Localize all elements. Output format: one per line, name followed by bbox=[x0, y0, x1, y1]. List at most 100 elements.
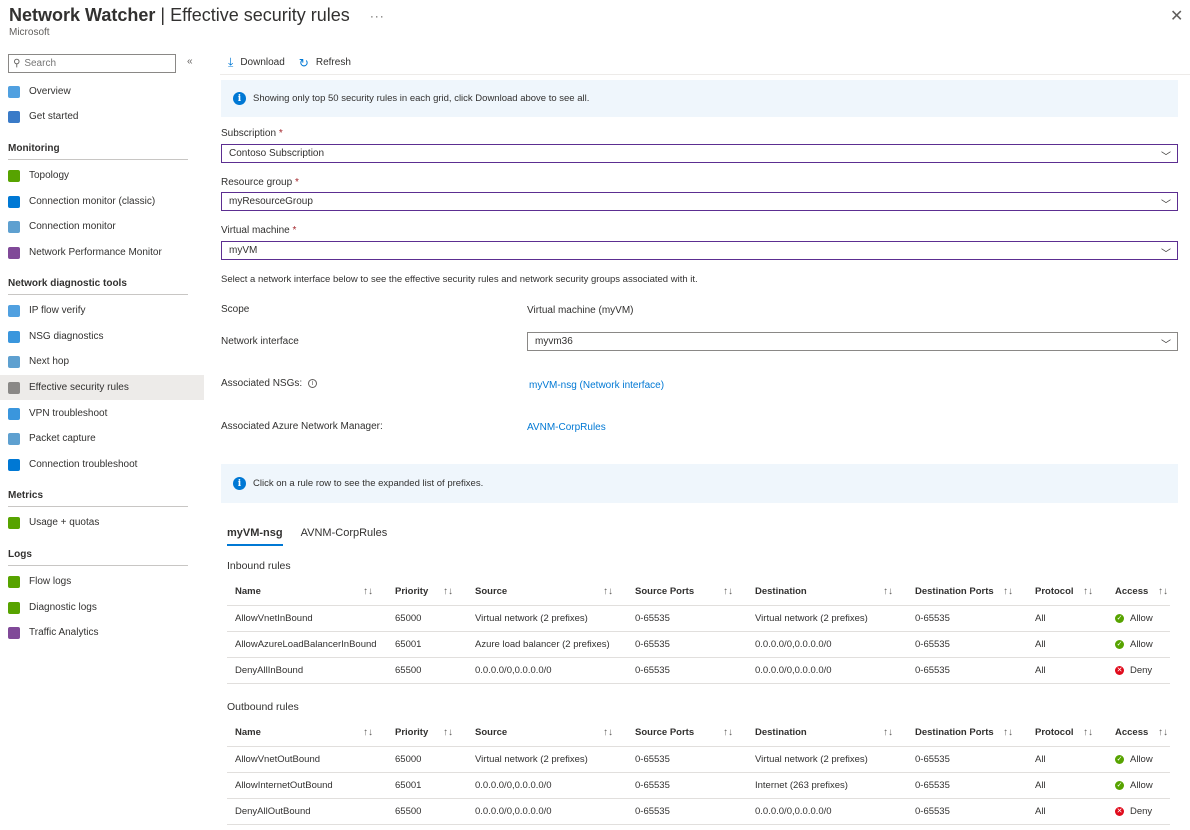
virtual-machine-dropdown[interactable]: myVM ﹀ bbox=[221, 241, 1178, 260]
sort-icon[interactable]: ↑↓ bbox=[363, 727, 373, 738]
table-cell: 65001 bbox=[387, 630, 467, 657]
sidebar-item-traffic-analytics[interactable]: Traffic Analytics bbox=[0, 620, 204, 645]
column-header[interactable]: Destination Ports ↑↓ bbox=[907, 578, 1027, 605]
column-header[interactable]: Priority ↑↓ bbox=[387, 719, 467, 746]
download-button[interactable]: ⤓ Download bbox=[228, 55, 285, 70]
column-header[interactable]: Priority ↑↓ bbox=[387, 578, 467, 605]
sort-icon[interactable]: ↑↓ bbox=[723, 727, 733, 738]
sidebar-item-get-started[interactable]: Get started bbox=[0, 104, 204, 129]
sidebar-item-connection-troubleshoot[interactable]: Connection troubleshoot bbox=[0, 452, 204, 477]
column-header[interactable]: Protocol ↑↓ bbox=[1027, 578, 1107, 605]
chevron-down-icon: ﹀ bbox=[1161, 152, 1171, 163]
sidebar-item-effective-security-rules[interactable]: Effective security rules bbox=[0, 375, 204, 400]
column-header[interactable]: Source ↑↓ bbox=[467, 578, 627, 605]
subscription-dropdown[interactable]: Contoso Subscription ﹀ bbox=[221, 144, 1178, 163]
sidebar-item-overview[interactable]: Overview bbox=[0, 79, 204, 104]
info-icon[interactable]: i bbox=[308, 378, 318, 388]
table-cell: AllowVnetOutBound bbox=[227, 745, 387, 772]
column-header[interactable]: Source ↑↓ bbox=[467, 719, 627, 746]
column-header[interactable]: Source Ports ↑↓ bbox=[627, 578, 747, 605]
sidebar-item-network-performance-monitor[interactable]: Network Performance Monitor bbox=[0, 240, 204, 265]
allow-check-icon: ✓ bbox=[1115, 754, 1124, 764]
resource-group-dropdown[interactable]: myResourceGroup ﹀ bbox=[221, 192, 1178, 211]
table-row[interactable]: DenyAllInBound 65500 0.0.0.0/0,0.0.0.0/0 0-… bbox=[227, 656, 1170, 684]
sidebar-item-diagnostic-logs[interactable]: Diagnostic logs bbox=[0, 595, 204, 620]
sort-icon[interactable]: ↑↓ bbox=[1083, 586, 1093, 597]
topology-icon bbox=[8, 169, 20, 182]
nsg-link[interactable]: myVM-nsg (Network interface) bbox=[529, 380, 664, 391]
sidebar-item-connection-monitor-classic[interactable]: Connection monitor (classic) bbox=[0, 189, 204, 214]
sort-icon[interactable]: ↑↓ bbox=[1158, 586, 1168, 597]
table-cell: Virtual network (2 prefixes) bbox=[467, 745, 627, 772]
column-header[interactable]: Name ↑↓ bbox=[227, 578, 387, 605]
column-header[interactable]: Protocol ↑↓ bbox=[1027, 719, 1107, 746]
associated-nsgs-label: Associated NSGs: i bbox=[221, 378, 318, 389]
access-cell: ✓ Allow bbox=[1107, 630, 1170, 657]
column-header[interactable]: Name ↑↓ bbox=[227, 719, 387, 746]
sidebar-item-usage-quotas[interactable]: Usage + quotas bbox=[0, 510, 204, 535]
sidebar-item-nsg-diagnostics[interactable]: NSG diagnostics bbox=[0, 324, 204, 349]
network-interface-dropdown[interactable]: myvm36 ﹀ bbox=[527, 332, 1178, 351]
sidebar-item-next-hop[interactable]: Next hop bbox=[0, 349, 204, 374]
table-cell: 0-65535 bbox=[907, 771, 1027, 798]
sort-icon[interactable]: ↑↓ bbox=[723, 586, 733, 597]
column-header[interactable]: Access ↑↓ bbox=[1107, 719, 1170, 746]
more-options-icon[interactable]: ··· bbox=[370, 9, 385, 23]
inbound-rules-table: Name ↑↓ Priority ↑↓ Source ↑↓ Source Ports ↑↓ De… bbox=[227, 578, 1170, 684]
diagnostic-logs-icon bbox=[8, 601, 20, 614]
sidebar-item-flow-logs[interactable]: Flow logs bbox=[0, 569, 204, 594]
table-row[interactable]: AllowAzureLoadBalancerInBound 65001 Azure … bbox=[227, 630, 1170, 657]
section-metrics: Metrics bbox=[8, 490, 188, 507]
sidebar-item-topology[interactable]: Topology bbox=[0, 163, 204, 188]
sort-icon[interactable]: ↑↓ bbox=[883, 727, 893, 738]
collapse-sidebar-icon[interactable]: « bbox=[187, 56, 193, 67]
outbound-rules-title: Outbound rules bbox=[227, 701, 299, 713]
column-header[interactable]: Destination ↑↓ bbox=[747, 578, 907, 605]
refresh-button[interactable]: ↻ Refresh bbox=[299, 56, 351, 70]
table-cell: DenyAllInBound bbox=[227, 656, 387, 684]
column-header[interactable]: Destination Ports ↑↓ bbox=[907, 719, 1027, 746]
table-cell: 0-65535 bbox=[907, 656, 1027, 684]
sort-icon[interactable]: ↑↓ bbox=[443, 727, 453, 738]
column-header[interactable]: Access ↑↓ bbox=[1107, 578, 1170, 605]
nsg-diagnostics-icon bbox=[8, 330, 20, 343]
table-cell: AllowAzureLoadBalancerInBound bbox=[227, 630, 387, 657]
sort-icon[interactable]: ↑↓ bbox=[1003, 586, 1013, 597]
column-header[interactable]: Source Ports ↑↓ bbox=[627, 719, 747, 746]
search-box[interactable]: ⚲ bbox=[8, 54, 176, 73]
table-row[interactable]: AllowInternetOutBound 65001 0.0.0.0/0,0.0.… bbox=[227, 771, 1170, 798]
table-cell: All bbox=[1027, 630, 1107, 657]
access-cell: ✕ Deny bbox=[1107, 656, 1170, 684]
sort-icon[interactable]: ↑↓ bbox=[1158, 727, 1168, 738]
tab-avnm-corprules[interactable]: AVNM-CorpRules bbox=[301, 527, 388, 546]
ip-flow-icon bbox=[8, 304, 20, 317]
search-input[interactable] bbox=[24, 58, 165, 69]
table-row[interactable]: AllowVnetInBound 65000 Virtual network (2 … bbox=[227, 604, 1170, 631]
column-header[interactable]: Destination ↑↓ bbox=[747, 719, 907, 746]
sort-icon[interactable]: ↑↓ bbox=[363, 586, 373, 597]
table-cell: Virtual network (2 prefixes) bbox=[747, 604, 907, 631]
sort-icon[interactable]: ↑↓ bbox=[1003, 727, 1013, 738]
sort-icon[interactable]: ↑↓ bbox=[1083, 727, 1093, 738]
sort-icon[interactable]: ↑↓ bbox=[883, 586, 893, 597]
table-cell: All bbox=[1027, 771, 1107, 798]
sidebar-item-vpn-troubleshoot[interactable]: VPN troubleshoot bbox=[0, 401, 204, 426]
inbound-rules-title: Inbound rules bbox=[227, 560, 291, 572]
sort-icon[interactable]: ↑↓ bbox=[603, 586, 613, 597]
table-cell: 0-65535 bbox=[627, 771, 747, 798]
sidebar-item-packet-capture[interactable]: Packet capture bbox=[0, 426, 204, 451]
sort-icon[interactable]: ↑↓ bbox=[443, 586, 453, 597]
table-header-row: Name ↑↓ Priority ↑↓ Source ↑↓ Source Ports ↑↓ De… bbox=[227, 719, 1170, 746]
sidebar-item-ip-flow-verify[interactable]: IP flow verify bbox=[0, 298, 204, 323]
sort-icon[interactable]: ↑↓ bbox=[603, 727, 613, 738]
close-icon[interactable]: ✕ bbox=[1170, 6, 1183, 26]
rule-tabs: myVM-nsg AVNM-CorpRules bbox=[227, 527, 405, 546]
sidebar-item-connection-monitor[interactable]: Connection monitor bbox=[0, 214, 204, 239]
tab-myvm-nsg[interactable]: myVM-nsg bbox=[227, 527, 283, 546]
table-row[interactable]: DenyAllOutBound 65500 0.0.0.0/0,0.0.0.0/0 0… bbox=[227, 797, 1170, 825]
access-cell: ✓ Allow bbox=[1107, 771, 1170, 798]
avnm-link[interactable]: AVNM-CorpRules bbox=[527, 422, 606, 433]
table-row[interactable]: AllowVnetOutBound 65000 Virtual network (2… bbox=[227, 745, 1170, 772]
table-cell: 65500 bbox=[387, 656, 467, 684]
table-cell: 0-65535 bbox=[907, 630, 1027, 657]
